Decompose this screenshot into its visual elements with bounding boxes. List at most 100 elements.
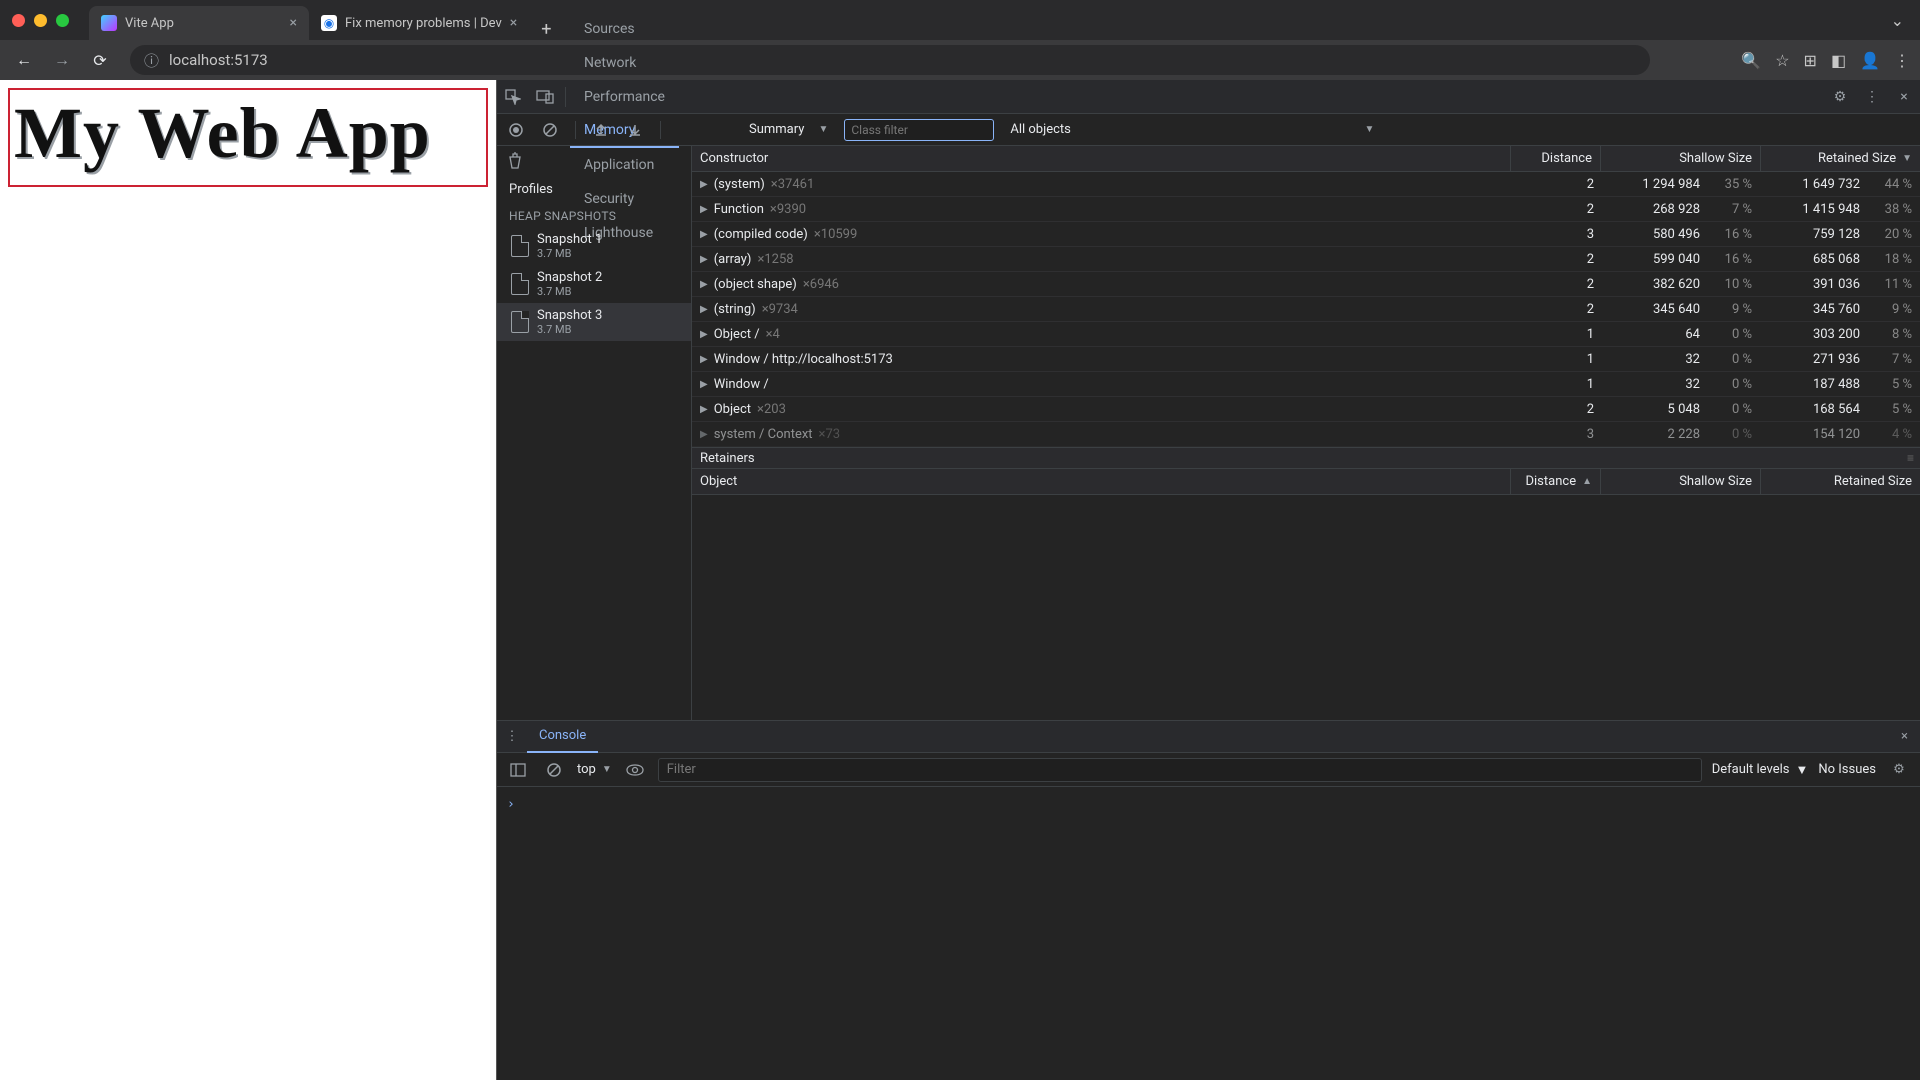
heap-row[interactable]: ▶Object /×41640 %303 2008 % xyxy=(692,322,1920,347)
devtools-tab-console[interactable]: Console xyxy=(570,0,679,12)
clear-console-icon[interactable] xyxy=(541,757,567,783)
window-close-button[interactable] xyxy=(12,14,25,27)
console-output[interactable]: › xyxy=(497,787,1920,1080)
shallow-size-pct: 0 % xyxy=(1710,352,1752,367)
drawer-tab-console[interactable]: Console xyxy=(527,721,598,753)
retained-size-value: 759 128 xyxy=(1813,227,1860,242)
devtools-settings-icon[interactable]: ⚙ xyxy=(1824,81,1856,113)
devtools-tab-performance[interactable]: Performance xyxy=(570,80,679,114)
retained-size-pct: 11 % xyxy=(1870,277,1912,292)
col-shallow-size[interactable]: Shallow Size xyxy=(1600,146,1760,171)
bookmark-icon[interactable]: ☆ xyxy=(1775,51,1789,70)
reload-button[interactable]: ⟳ xyxy=(86,46,114,74)
inspect-element-icon[interactable] xyxy=(497,81,529,113)
tab-close-button[interactable]: × xyxy=(290,15,297,31)
tab-search-button[interactable]: ⌄ xyxy=(1891,11,1904,30)
profiles-header: Profiles xyxy=(497,174,691,201)
heap-row[interactable]: ▶(object shape)×69462382 62010 %391 0361… xyxy=(692,272,1920,297)
class-filter-input[interactable] xyxy=(844,119,994,141)
shallow-size-pct: 10 % xyxy=(1710,277,1752,292)
heap-row[interactable]: ▶(system)×3746121 294 98435 %1 649 73244… xyxy=(692,172,1920,197)
objects-filter-dropdown[interactable]: All objects ▼ xyxy=(1002,122,1382,137)
devtools-menu-icon[interactable]: ⋮ xyxy=(1856,81,1888,113)
retained-size-value: 303 200 xyxy=(1813,327,1860,342)
site-info-icon[interactable]: ⓘ xyxy=(144,50,159,71)
expand-icon[interactable]: ▶ xyxy=(700,329,708,340)
shallow-size-value: 1 294 984 xyxy=(1642,177,1700,192)
col-distance[interactable]: Distance xyxy=(1510,146,1600,171)
back-button[interactable]: ← xyxy=(10,46,38,74)
heap-row[interactable]: ▶Window / http://localhost:51731320 %271… xyxy=(692,347,1920,372)
perspective-dropdown[interactable]: Summary ▼ xyxy=(741,122,836,137)
expand-icon[interactable]: ▶ xyxy=(700,204,708,215)
heap-row[interactable]: ▶Window /1320 %187 4885 % xyxy=(692,372,1920,397)
expand-icon[interactable]: ▶ xyxy=(700,429,708,440)
profile-icon[interactable]: 👤 xyxy=(1860,51,1880,70)
drawer-menu-icon[interactable]: ⋮ xyxy=(497,729,527,744)
expand-icon[interactable]: ▶ xyxy=(700,254,708,265)
sidepanel-icon[interactable]: ◧ xyxy=(1831,51,1846,70)
chrome-menu-icon[interactable]: ⋮ xyxy=(1894,51,1910,70)
heap-row[interactable]: ▶Object×20325 0480 %168 5645 % xyxy=(692,397,1920,422)
constructor-name: (system) xyxy=(714,177,765,192)
console-sidebar-toggle-icon[interactable] xyxy=(505,757,531,783)
expand-icon[interactable]: ▶ xyxy=(700,379,708,390)
save-profile-icon[interactable] xyxy=(622,117,648,143)
new-tab-button[interactable]: + xyxy=(529,19,563,40)
expand-icon[interactable]: ▶ xyxy=(700,279,708,290)
snapshot-icon xyxy=(511,235,529,257)
devtools-tab-network[interactable]: Network xyxy=(570,46,679,80)
record-heap-snapshot-icon[interactable] xyxy=(503,117,529,143)
zoom-icon[interactable]: 🔍 xyxy=(1741,51,1761,70)
collect-garbage-icon[interactable] xyxy=(497,146,691,174)
expand-icon[interactable]: ▶ xyxy=(700,179,708,190)
tab-close-button[interactable]: × xyxy=(510,15,517,31)
col-shallow-size[interactable]: Shallow Size xyxy=(1600,469,1760,494)
execution-context-dropdown[interactable]: top ▼ xyxy=(577,762,612,777)
extensions-icon[interactable]: ⊞ xyxy=(1804,51,1817,70)
console-filter-input[interactable] xyxy=(658,758,1702,782)
retainers-header[interactable]: Retainers ≡ xyxy=(692,447,1920,469)
retainers-body xyxy=(692,495,1920,720)
window-zoom-button[interactable] xyxy=(56,14,69,27)
shallow-size-value: 2 228 xyxy=(1668,427,1700,442)
snapshot-item[interactable]: Snapshot 23.7 MB xyxy=(497,265,691,303)
console-toolbar: top ▼ Default levels ▼ No Issues ⚙ xyxy=(497,753,1920,787)
expand-icon[interactable]: ▶ xyxy=(700,229,708,240)
heap-row[interactable]: ▶Function×93902268 9287 %1 415 94838 % xyxy=(692,197,1920,222)
snapshot-item[interactable]: Snapshot 33.7 MB xyxy=(497,303,691,341)
expand-icon[interactable]: ▶ xyxy=(700,404,708,415)
col-retained-size[interactable]: Retained Size▼ xyxy=(1760,146,1920,171)
device-toolbar-icon[interactable] xyxy=(529,81,561,113)
heap-row[interactable]: ▶(array)×12582599 04016 %685 06818 % xyxy=(692,247,1920,272)
inspected-element-highlight: My Web App xyxy=(8,88,488,187)
console-settings-icon[interactable]: ⚙ xyxy=(1886,757,1912,783)
log-levels-dropdown[interactable]: Default levels ▼ xyxy=(1712,762,1809,778)
live-expression-icon[interactable] xyxy=(622,757,648,783)
snapshot-item[interactable]: Snapshot 13.7 MB xyxy=(497,227,691,265)
drawer-close-icon[interactable]: × xyxy=(1889,729,1920,744)
col-object[interactable]: Object xyxy=(692,469,1510,494)
heap-row[interactable]: ▶(string)×97342345 6409 %345 7609 % xyxy=(692,297,1920,322)
browser-tab[interactable]: ◉ Fix memory problems | Dev × xyxy=(309,6,529,40)
devtools-tab-sources[interactable]: Sources xyxy=(570,12,679,46)
col-distance[interactable]: Distance▲ xyxy=(1510,469,1600,494)
drag-handle-icon[interactable]: ≡ xyxy=(1907,451,1914,465)
forward-button[interactable]: → xyxy=(48,46,76,74)
expand-icon[interactable]: ▶ xyxy=(700,304,708,315)
clear-profiles-icon[interactable] xyxy=(537,117,563,143)
devtools-close-icon[interactable]: × xyxy=(1888,81,1920,113)
window-minimize-button[interactable] xyxy=(34,14,47,27)
issues-counter[interactable]: No Issues xyxy=(1818,762,1876,777)
instance-count: ×9390 xyxy=(770,202,806,217)
shallow-size-value: 268 928 xyxy=(1653,202,1700,217)
heap-row[interactable]: ▶system / Context×7332 2280 %154 1204 % xyxy=(692,422,1920,447)
browser-tab[interactable]: Vite App × xyxy=(89,6,309,40)
col-retained-size[interactable]: Retained Size xyxy=(1760,469,1920,494)
col-constructor[interactable]: Constructor xyxy=(692,146,1510,171)
load-profile-icon[interactable] xyxy=(588,117,614,143)
heap-row[interactable]: ▶(compiled code)×105993580 49616 %759 12… xyxy=(692,222,1920,247)
address-bar[interactable]: ⓘ localhost:5173 xyxy=(130,45,1650,75)
expand-icon[interactable]: ▶ xyxy=(700,354,708,365)
instance-count: ×1258 xyxy=(757,252,793,267)
